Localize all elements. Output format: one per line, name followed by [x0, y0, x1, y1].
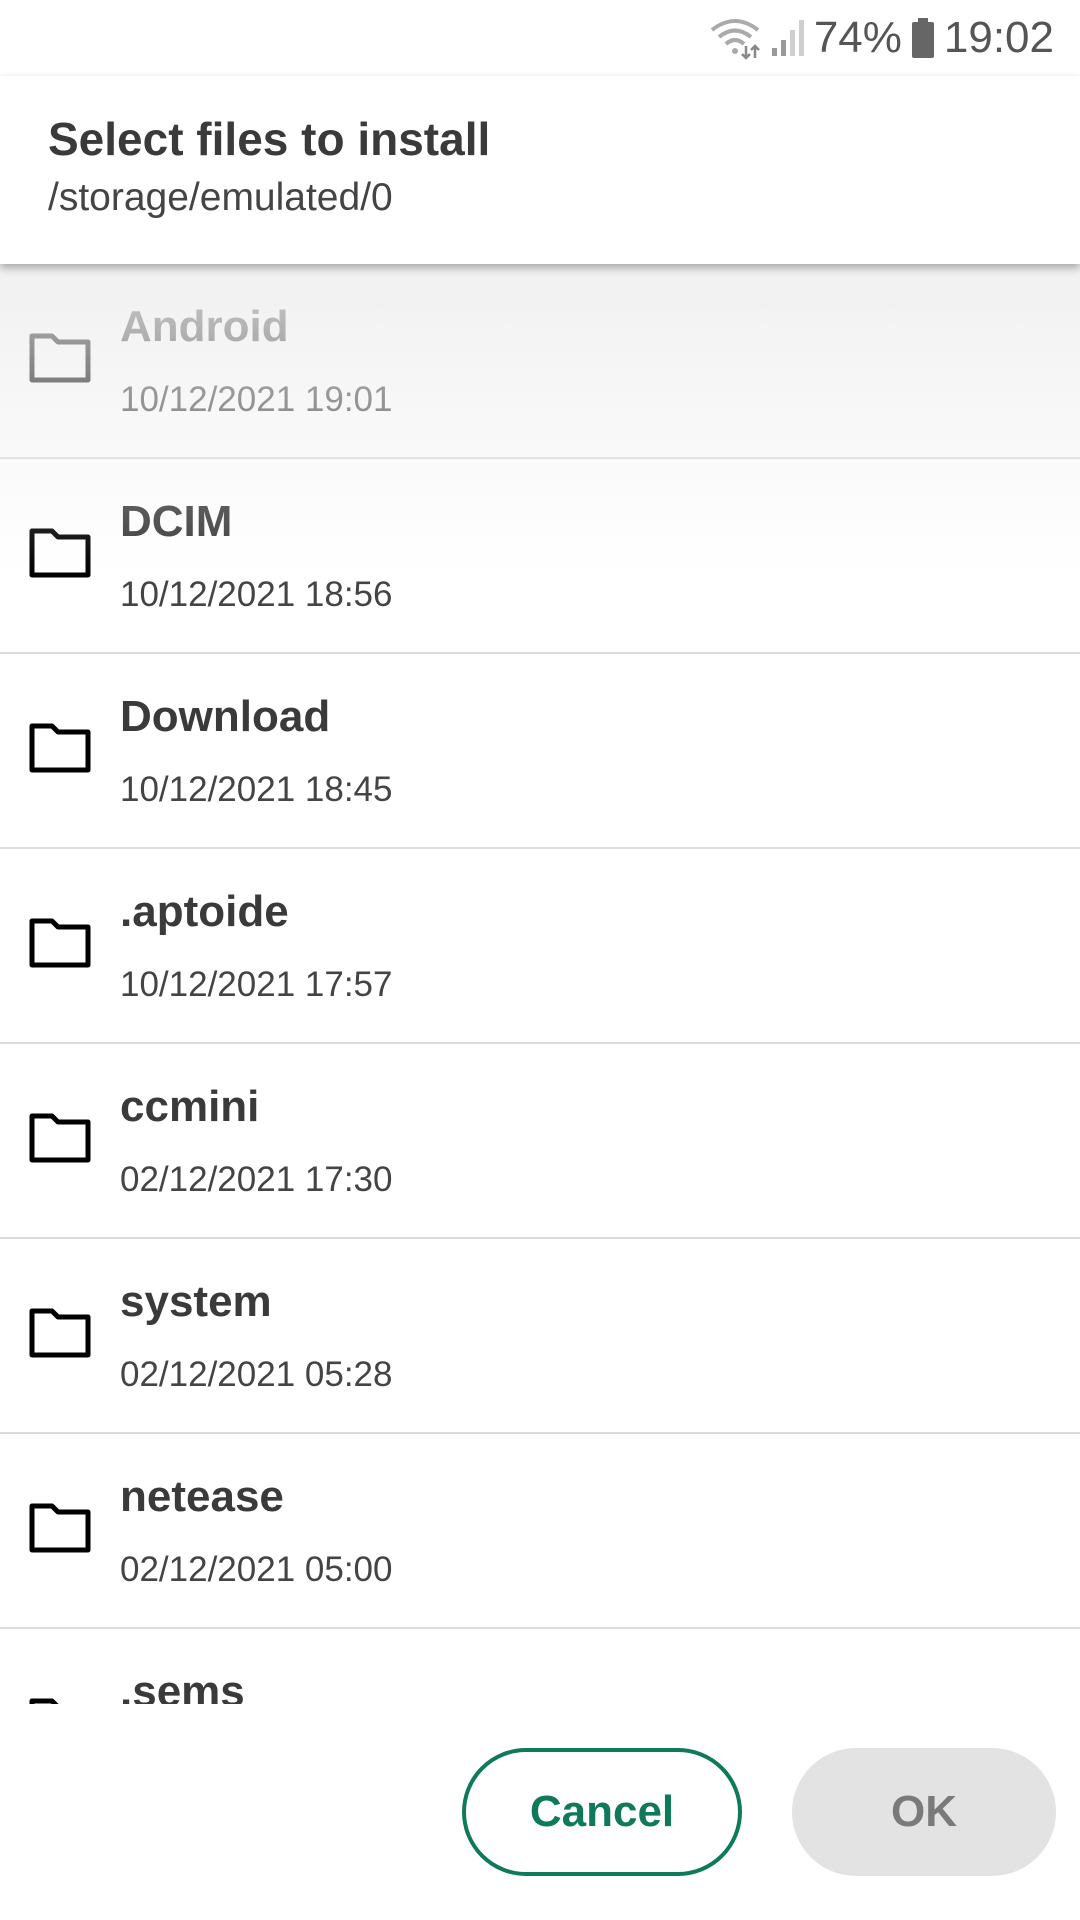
dialog-header: Select files to install /storage/emulate…	[0, 76, 1080, 264]
file-row[interactable]: ccmini 02/12/2021 17:30	[0, 1044, 1080, 1239]
file-name: system	[120, 1277, 272, 1326]
folder-icon	[28, 720, 92, 774]
file-name: netease	[120, 1472, 284, 1521]
file-name: .aptoide	[120, 887, 289, 936]
file-name: ccmini	[120, 1082, 260, 1131]
dialog-title: Select files to install	[48, 113, 491, 165]
folder-icon	[28, 915, 92, 969]
current-path: /storage/emulated/0	[48, 176, 393, 219]
file-date: 10/12/2021 18:45	[120, 770, 393, 809]
screen: 74% 19:02 Select files to install /stora…	[0, 0, 1080, 1920]
file-name: .sems	[120, 1667, 245, 1704]
file-row[interactable]: system 02/12/2021 05:28	[0, 1239, 1080, 1434]
folder-icon	[28, 1110, 92, 1164]
file-date: 02/12/2021 05:28	[120, 1355, 393, 1394]
file-name: Download	[120, 692, 331, 741]
clock: 19:02	[943, 13, 1054, 62]
file-row[interactable]: .sems	[0, 1629, 1080, 1704]
battery-icon	[910, 17, 936, 59]
folder-icon	[28, 1695, 92, 1704]
folder-icon	[28, 330, 92, 384]
file-date: 10/12/2021 19:01	[120, 380, 393, 419]
cancel-button[interactable]: Cancel	[462, 1748, 742, 1876]
file-date: 02/12/2021 17:30	[120, 1160, 393, 1199]
dialog-footer: Cancel OK	[0, 1704, 1080, 1920]
file-row[interactable]: DCIM 10/12/2021 18:56	[0, 459, 1080, 654]
file-row[interactable]: .aptoide 10/12/2021 17:57	[0, 849, 1080, 1044]
ok-button[interactable]: OK	[792, 1748, 1056, 1876]
file-date: 10/12/2021 18:56	[120, 575, 393, 614]
file-list[interactable]: Android 10/12/2021 19:01 DCIM 10/12/2021…	[0, 264, 1080, 1704]
file-date: 02/12/2021 05:00	[120, 1550, 393, 1589]
folder-icon	[28, 525, 92, 579]
file-row[interactable]: netease 02/12/2021 05:00	[0, 1434, 1080, 1629]
file-row[interactable]: Download 10/12/2021 18:45	[0, 654, 1080, 849]
folder-icon	[28, 1500, 92, 1554]
battery-percent: 74%	[813, 13, 902, 62]
file-row[interactable]: Android 10/12/2021 19:01	[0, 264, 1080, 459]
file-name: DCIM	[120, 497, 233, 546]
status-indicators: 74% 19:02	[708, 12, 1054, 64]
status-bar: 74% 19:02	[0, 0, 1080, 76]
file-name: Android	[120, 302, 289, 351]
file-date: 10/12/2021 17:57	[120, 965, 393, 1004]
folder-icon	[28, 1305, 92, 1359]
wifi-icon	[708, 16, 762, 60]
signal-icon	[770, 18, 806, 58]
